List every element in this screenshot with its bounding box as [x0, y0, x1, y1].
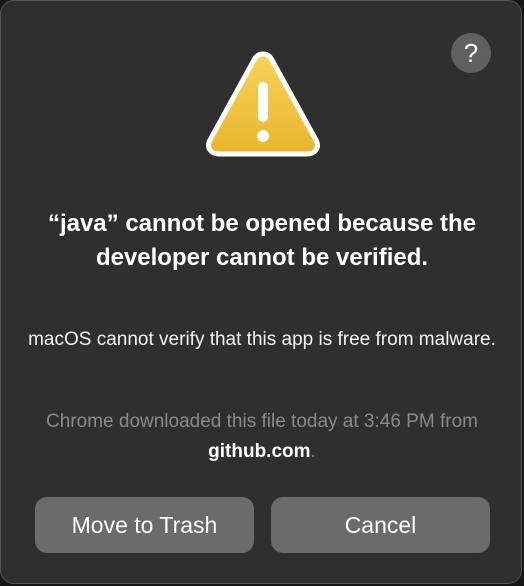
alert-message: macOS cannot verify that this app is fre… — [28, 329, 496, 350]
question-mark-icon: ? — [463, 38, 479, 68]
move-to-trash-button[interactable]: Move to Trash — [35, 497, 254, 553]
alert-title: “java” cannot be opened because the deve… — [47, 210, 477, 271]
gatekeeper-alert-dialog: ? “java” cannot be opened because the de… — [0, 0, 522, 584]
help-button[interactable]: ? — [451, 33, 491, 73]
source-domain: github.com — [208, 441, 311, 462]
source-note-suffix: . — [310, 441, 316, 462]
cancel-button[interactable]: Cancel — [271, 497, 490, 553]
warning-triangle-icon — [206, 51, 320, 157]
download-source-note: Chrome downloaded this file today at 3:4… — [21, 407, 503, 467]
source-note-prefix: Chrome downloaded this file today at 3:4… — [46, 411, 478, 432]
